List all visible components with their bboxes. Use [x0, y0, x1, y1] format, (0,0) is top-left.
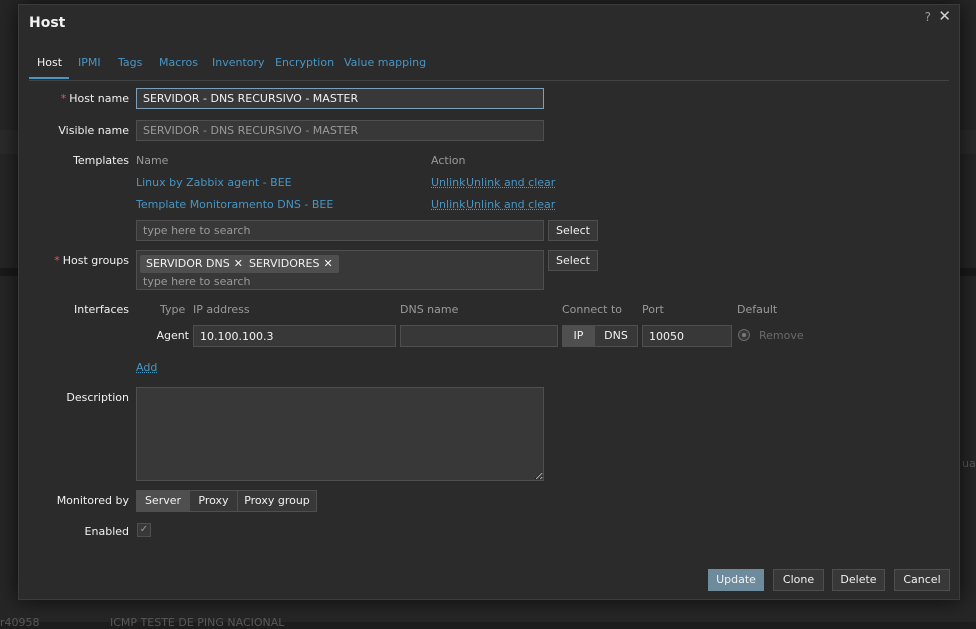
host-groups-search-input[interactable]: [137, 273, 437, 289]
interface-default-radio[interactable]: [738, 329, 750, 341]
interface-ip-header: IP address: [193, 303, 250, 316]
templates-label: Templates: [73, 154, 129, 167]
templates-search-input[interactable]: [136, 220, 544, 241]
template-link[interactable]: Template Monitoramento DNS - BEE: [136, 198, 333, 211]
host-groups-multiselect[interactable]: SERVIDOR DNS ✕ SERVIDORES ✕: [136, 250, 544, 290]
tab-ipmi[interactable]: IPMI: [78, 56, 101, 69]
host-group-chip: SERVIDOR DNS ✕: [140, 255, 249, 273]
visible-name-input[interactable]: [136, 120, 544, 141]
host-groups-select-button[interactable]: Select: [548, 250, 598, 271]
unlink-and-clear-button[interactable]: Unlink and clear: [466, 198, 555, 211]
enabled-checkbox[interactable]: ✓: [137, 523, 151, 537]
unlink-button[interactable]: Unlink: [431, 198, 465, 211]
tab-encryption[interactable]: Encryption: [275, 56, 334, 69]
interface-default-header: Default: [737, 303, 778, 316]
interface-dns-header: DNS name: [400, 303, 459, 316]
required-marker: *: [54, 254, 60, 267]
enabled-label: Enabled: [84, 525, 129, 538]
unlink-and-clear-button[interactable]: Unlink and clear: [466, 176, 555, 189]
close-icon[interactable]: ✕: [938, 7, 951, 25]
monitored-by-proxy-group[interactable]: Proxy group: [238, 491, 316, 511]
tab-inventory[interactable]: Inventory: [212, 56, 265, 69]
interface-port-input[interactable]: [642, 325, 732, 347]
tab-host[interactable]: Host: [37, 56, 62, 69]
background-edge-text: ua: [962, 457, 976, 470]
delete-button[interactable]: Delete: [832, 569, 885, 591]
remove-chip-icon[interactable]: ✕: [323, 257, 332, 270]
update-button[interactable]: Update: [708, 569, 764, 591]
host-name-input[interactable]: [136, 88, 544, 109]
unlink-button[interactable]: Unlink: [431, 176, 465, 189]
templates-name-header: Name: [136, 154, 169, 167]
monitored-by-toggle: Server Proxy Proxy group: [136, 490, 317, 512]
required-marker: *: [60, 92, 67, 105]
interface-connect-toggle: IP DNS: [562, 325, 638, 347]
help-icon[interactable]: ?: [925, 10, 931, 24]
monitored-by-label: Monitored by: [56, 494, 129, 507]
interface-dns-input[interactable]: [400, 325, 558, 347]
background-item-text: ICMP TESTE DE PING NACIONAL: [110, 616, 285, 629]
monitored-by-server[interactable]: Server: [137, 491, 190, 511]
interface-connect-header: Connect to: [562, 303, 623, 316]
interface-type-header: Type: [160, 303, 186, 316]
remove-chip-icon[interactable]: ✕: [234, 257, 243, 270]
host-name-label: * Host name: [60, 92, 129, 105]
connect-ip-option[interactable]: IP: [563, 326, 595, 346]
dialog-title: Host: [29, 15, 66, 31]
host-group-chip: SERVIDORES ✕: [243, 255, 339, 273]
tab-tags[interactable]: Tags: [118, 56, 142, 69]
cancel-button[interactable]: Cancel: [894, 569, 950, 591]
host-dialog: Host ? ✕ Host IPMI Tags Macros Inventory…: [18, 4, 960, 600]
active-tab-indicator: [29, 77, 69, 79]
interface-remove-link[interactable]: Remove: [759, 329, 804, 342]
monitored-by-proxy[interactable]: Proxy: [190, 491, 238, 511]
interfaces-label: Interfaces: [74, 303, 129, 316]
interface-port-header: Port: [642, 303, 664, 316]
interface-type-agent: Agent: [156, 329, 189, 342]
clone-button[interactable]: Clone: [773, 569, 824, 591]
add-interface-link[interactable]: Add: [136, 361, 157, 374]
tab-bar: Host IPMI Tags Macros Inventory Encrypti…: [29, 52, 949, 81]
templates-select-button[interactable]: Select: [548, 220, 598, 241]
templates-action-header: Action: [431, 154, 466, 167]
background-host-text: r40958: [0, 616, 40, 629]
visible-name-label: Visible name: [58, 124, 129, 137]
description-label: Description: [66, 391, 129, 404]
host-groups-label: * Host groups: [54, 254, 129, 267]
description-textarea[interactable]: [136, 387, 544, 481]
interface-ip-input[interactable]: [193, 325, 396, 347]
connect-dns-option[interactable]: DNS: [595, 326, 637, 346]
template-link[interactable]: Linux by Zabbix agent - BEE: [136, 176, 292, 189]
tab-macros[interactable]: Macros: [159, 56, 198, 69]
tab-value-mapping[interactable]: Value mapping: [344, 56, 426, 69]
